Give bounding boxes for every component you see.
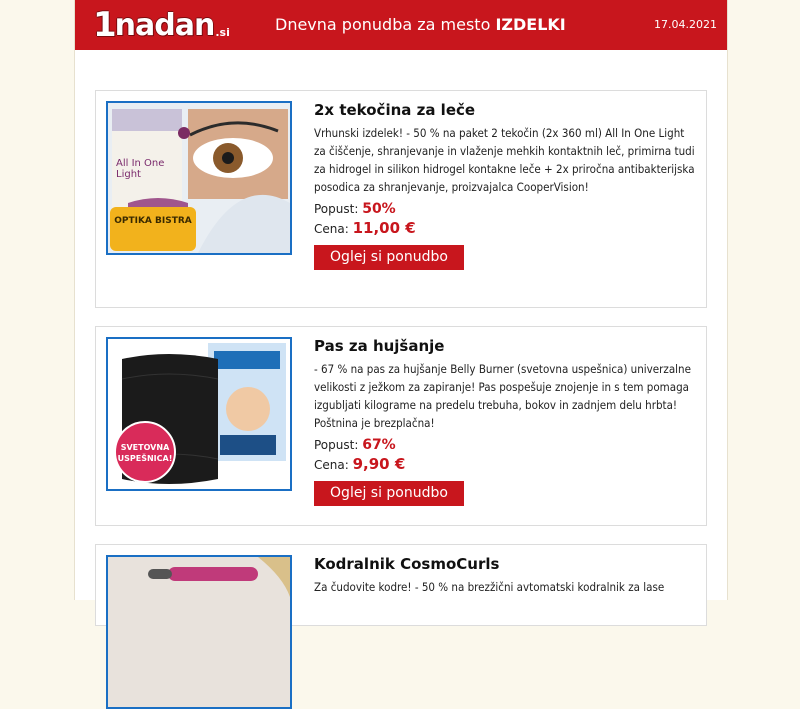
offer-info: Kodralnik CosmoCurls Za čudovite kodre! … bbox=[314, 555, 699, 596]
header-bar: 1 nadan .si Dnevna ponudba za mesto IZDE… bbox=[75, 0, 727, 50]
offer-info: Pas za hujšanje - 67 % na pas za hujšanj… bbox=[314, 337, 699, 506]
offer-title[interactable]: 2x tekočina za leče bbox=[314, 101, 699, 119]
lens-image-text: All In One Light bbox=[116, 158, 165, 180]
logo-word: nadan bbox=[114, 8, 216, 43]
offer-card: All In One Light OPTIKA BISTRA 2x tekoči… bbox=[95, 90, 707, 308]
discount-value: 67% bbox=[362, 437, 396, 453]
offer-info: 2x tekočina za leče Vrhunski izdelek! - … bbox=[314, 101, 699, 270]
price-label: Cena: bbox=[314, 222, 349, 236]
optika-bistra-badge: OPTIKA BISTRA bbox=[110, 207, 196, 251]
offer-description: Za čudovite kodre! - 50 % na brezžični a… bbox=[314, 580, 665, 594]
discount-row: Popust: 50% bbox=[314, 201, 699, 217]
bestseller-badge: SVETOVNA USPEŠNICA! bbox=[114, 421, 176, 483]
discount-row: Popust: 67% bbox=[314, 437, 699, 453]
logo-number: 1 bbox=[93, 5, 117, 45]
header-date: 17.04.2021 bbox=[654, 18, 717, 31]
offer-image-lens-solution[interactable]: All In One Light OPTIKA BISTRA bbox=[106, 101, 292, 255]
header-title-prefix: Dnevna ponudba za mesto bbox=[275, 15, 496, 34]
header-title: Dnevna ponudba za mesto IZDELKI bbox=[275, 15, 566, 34]
header-title-city: IZDELKI bbox=[495, 15, 566, 34]
price-row: Cena: 9,90 € bbox=[314, 455, 699, 473]
discount-value: 50% bbox=[362, 201, 396, 217]
offer-card: Kodralnik CosmoCurls Za čudovite kodre! … bbox=[95, 544, 707, 709]
email-container: 1 nadan .si Dnevna ponudba za mesto IZDE… bbox=[74, 0, 728, 709]
view-offer-button[interactable]: Oglej si ponudbo bbox=[314, 481, 464, 506]
view-offer-button[interactable]: Oglej si ponudbo bbox=[314, 245, 464, 270]
offer-card: SVETOVNA USPEŠNICA! Pas za hujšanje - 67… bbox=[95, 326, 707, 526]
offer-description: Vrhunski izdelek! - 50 % na paket 2 teko… bbox=[314, 126, 695, 194]
price-value: 11,00 € bbox=[352, 219, 416, 237]
hair-curler-image bbox=[108, 557, 290, 707]
price-row: Cena: 11,00 € bbox=[314, 219, 699, 237]
discount-label: Popust: bbox=[314, 202, 359, 216]
site-logo[interactable]: 1 nadan .si bbox=[93, 6, 230, 42]
offer-title[interactable]: Pas za hujšanje bbox=[314, 337, 699, 355]
price-label: Cena: bbox=[314, 458, 349, 472]
offer-image-curler[interactable] bbox=[106, 555, 292, 709]
discount-label: Popust: bbox=[314, 438, 359, 452]
offer-image-slimming-belt[interactable]: SVETOVNA USPEŠNICA! bbox=[106, 337, 292, 491]
logo-tld: .si bbox=[215, 26, 230, 39]
price-value: 9,90 € bbox=[352, 455, 406, 473]
offer-title[interactable]: Kodralnik CosmoCurls bbox=[314, 555, 699, 573]
offer-description: - 67 % na pas za hujšanje Belly Burner (… bbox=[314, 362, 691, 430]
